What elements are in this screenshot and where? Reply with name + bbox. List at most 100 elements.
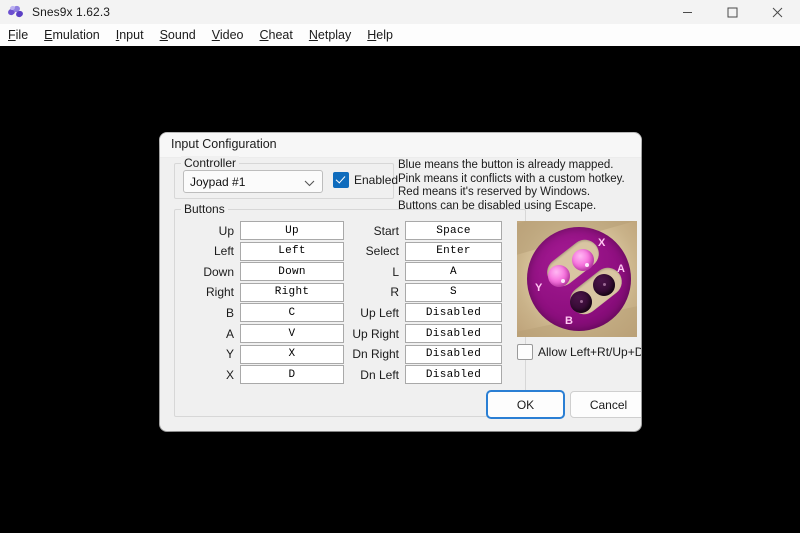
binding-label: Dn Left [360,367,399,382]
menu-video[interactable]: Video [204,26,252,44]
binding-input[interactable]: D [240,365,344,385]
binding-row: AV [190,324,344,343]
binding-input[interactable]: Right [240,282,344,302]
controller-select[interactable]: Joypad #1 [183,170,323,193]
binding-value: Disabled [425,327,482,340]
binding-value: Down [278,265,306,278]
enabled-checkbox[interactable]: Enabled [333,172,398,188]
cancel-button[interactable]: Cancel [570,391,641,418]
binding-label: A [225,326,234,341]
binding-input[interactable]: C [240,303,344,323]
binding-row: BC [190,303,344,323]
hint-line-2: Pink means it conflicts with a custom ho… [398,172,625,185]
minimize-icon[interactable] [665,0,710,24]
binding-value: Right [274,286,310,299]
binding-label: Start [373,223,399,238]
binding-row: Select Enter [343,241,502,261]
binding-value: X [288,348,296,361]
chevron-down-icon [304,176,315,190]
binding-input[interactable]: Left [240,241,344,261]
menu-file[interactable]: File [0,26,36,44]
binding-row: Down Down [190,262,344,282]
hint-line-1: Blue means the button is already mapped. [398,159,614,171]
hint-line-3: Red means it's reserved by Windows. [398,186,591,199]
menu-sound[interactable]: Sound [152,26,204,44]
pad-button-x [572,249,594,271]
binding-label: Select [365,244,399,259]
binding-row: Up Right Disabled [343,324,502,343]
binding-row: Dn Right Disabled [343,344,502,364]
binding-row: Start Space [343,221,502,240]
binding-input[interactable]: X [240,344,344,364]
pad-label-y: Y [535,282,543,294]
binding-input[interactable]: Enter [405,241,502,261]
binding-label: Up Left [360,305,399,320]
binding-label: L [392,264,399,279]
binding-label: Y [225,347,234,362]
binding-label: Dn Right [352,347,399,362]
pad-label-a: A [617,263,625,275]
menu-cheat[interactable]: Cheat [252,26,301,44]
binding-input[interactable]: Disabled [405,365,502,385]
checkbox-checked-icon [333,172,349,188]
binding-value: C [288,306,296,319]
snes-face-buttons-image: X Y A B [517,221,637,337]
binding-value: Up [285,224,299,237]
binding-input[interactable]: Up [240,221,344,240]
binding-input[interactable]: Disabled [405,303,502,323]
menu-emulation[interactable]: Emulation [36,26,108,44]
binding-input[interactable]: Space [405,221,502,240]
menubar: File Emulation Input Sound Video Cheat N… [0,24,800,47]
close-icon[interactable] [755,0,800,24]
binding-value: Disabled [425,368,482,381]
buttons-group-label: Buttons [181,202,228,216]
binding-label: Right [205,285,234,300]
snes9x-logo-icon [7,4,24,20]
pad-button-b [570,291,592,313]
binding-label: Left [213,244,234,259]
binding-row: Dn Left Disabled [343,365,502,385]
binding-label: R [390,285,399,300]
pad-button-a [593,274,615,296]
binding-row: RS [343,282,502,302]
binding-label: Down [203,264,234,279]
menu-input[interactable]: Input [108,26,152,44]
menu-netplay[interactable]: Netplay [301,26,359,44]
binding-input[interactable]: Disabled [405,344,502,364]
binding-value: A [450,265,457,278]
binding-row: Up Left Disabled [343,303,502,323]
binding-label: X [225,367,234,382]
checkbox-unchecked-icon [517,344,533,360]
menu-help[interactable]: Help [359,26,401,44]
binding-row: Up Up [190,221,344,240]
binding-row: LA [343,262,502,282]
ok-button[interactable]: OK [487,391,564,418]
pad-label-b: B [565,315,573,327]
binding-row: YX [190,344,344,364]
allow-diagonals-checkbox[interactable]: Allow Left+Rt/Up+Dn [517,344,641,360]
window-title: Snes9x 1.62.3 [32,5,111,19]
pad-button-y [548,265,570,287]
maximize-icon[interactable] [710,0,755,24]
controller-select-value: Joypad #1 [190,174,246,189]
binding-value: S [450,286,457,299]
binding-label: Up Right [352,326,399,341]
allow-diagonals-label: Allow Left+Rt/Up+Dn [538,345,641,359]
binding-value: Left [278,245,306,258]
input-configuration-dialog: Input Configuration Controller Joypad #1… [160,133,641,431]
binding-value: Enter [436,245,471,258]
binding-value: V [288,327,296,340]
binding-input[interactable]: S [405,282,502,302]
binding-input[interactable]: Down [240,262,344,282]
binding-input[interactable]: V [240,324,344,343]
controller-group: Controller Joypad #1 Enabled [174,156,398,199]
binding-value: Disabled [425,306,482,319]
binding-label: B [225,305,234,320]
controller-group-label: Controller [181,156,240,170]
binding-row: Right Right [190,282,344,302]
binding-input[interactable]: A [405,262,502,282]
binding-input[interactable]: Disabled [405,324,502,343]
pad-label-x: X [598,237,606,249]
binding-row: XD [190,365,344,385]
dialog-title: Input Configuration [171,137,277,151]
